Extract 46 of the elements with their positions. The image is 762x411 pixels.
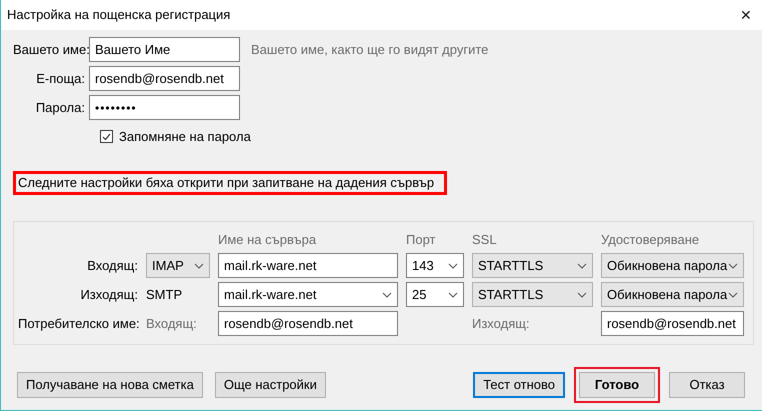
dialog-button[interactable]: Отказ bbox=[669, 372, 745, 398]
row-label: Потребителско име: bbox=[18, 314, 138, 333]
chevron-down-icon bbox=[577, 262, 587, 268]
remember-checkbox[interactable] bbox=[100, 130, 113, 144]
field-label: Парола: bbox=[34, 98, 86, 117]
column-header: Удостоверяване bbox=[601, 230, 700, 249]
password-field[interactable]: •••••••• bbox=[89, 95, 240, 120]
server-combobox[interactable]: mail.rk-ware.net bbox=[218, 282, 398, 307]
column-header: Порт bbox=[406, 230, 436, 249]
row-label: Изходящ: bbox=[79, 286, 138, 304]
username-field[interactable]: rosendb@rosendb.net bbox=[218, 311, 398, 336]
protocol-label: SMTP bbox=[146, 286, 184, 304]
window-title: Настройка на пощенска регистрация bbox=[7, 6, 230, 24]
username-sublabel: Входящ: bbox=[146, 314, 198, 333]
ssl-dropdown[interactable]: STARTTLS bbox=[472, 253, 593, 278]
auth-dropdown[interactable]: Обикновена парола bbox=[601, 282, 744, 307]
ssl-dropdown[interactable]: STARTTLS bbox=[472, 282, 593, 307]
column-header: Име на сървъра bbox=[218, 230, 318, 249]
chevron-down-icon bbox=[448, 262, 458, 268]
port-combobox[interactable]: 25 bbox=[406, 282, 464, 307]
input-field[interactable]: Вашето Име bbox=[89, 37, 240, 62]
row-label: Входящ: bbox=[86, 256, 138, 275]
checkbox-label: Запомняне на парола bbox=[119, 128, 251, 146]
protocol-dropdown[interactable]: IMAP bbox=[146, 253, 210, 278]
column-header: SSL bbox=[472, 230, 498, 248]
field-label: Вашето име: bbox=[13, 40, 89, 59]
close-button[interactable]: ✕ bbox=[740, 4, 752, 26]
field-label: Е-поща: bbox=[35, 70, 86, 88]
chevron-down-icon bbox=[728, 262, 738, 268]
hint-text: Вашето име, както ще го видят другите bbox=[251, 40, 488, 59]
chevron-down-icon bbox=[728, 292, 738, 298]
server-field[interactable]: mail.rk-ware.net bbox=[218, 253, 398, 278]
dialog-button[interactable]: Получаване на нова сметка bbox=[17, 372, 203, 398]
notice-text: Следните настройки бяха открити при запитване на дадения сървър bbox=[13, 170, 448, 194]
chevron-down-icon bbox=[382, 292, 392, 298]
dialog-button[interactable]: Тест отново bbox=[473, 372, 565, 398]
chevron-down-icon bbox=[577, 292, 587, 298]
port-combobox[interactable]: 143 bbox=[406, 253, 464, 278]
chevron-down-icon bbox=[448, 292, 458, 298]
chevron-down-icon bbox=[194, 262, 204, 268]
input-field[interactable]: rosendb@rosendb.net bbox=[89, 66, 240, 91]
auth-dropdown[interactable]: Обикновена парола bbox=[601, 253, 744, 278]
username-field[interactable]: rosendb@rosendb.net bbox=[601, 311, 744, 336]
dialog-button[interactable]: Още настройки bbox=[214, 372, 326, 398]
username-sublabel: Изходящ: bbox=[472, 314, 531, 333]
checkmark-icon bbox=[102, 132, 111, 141]
